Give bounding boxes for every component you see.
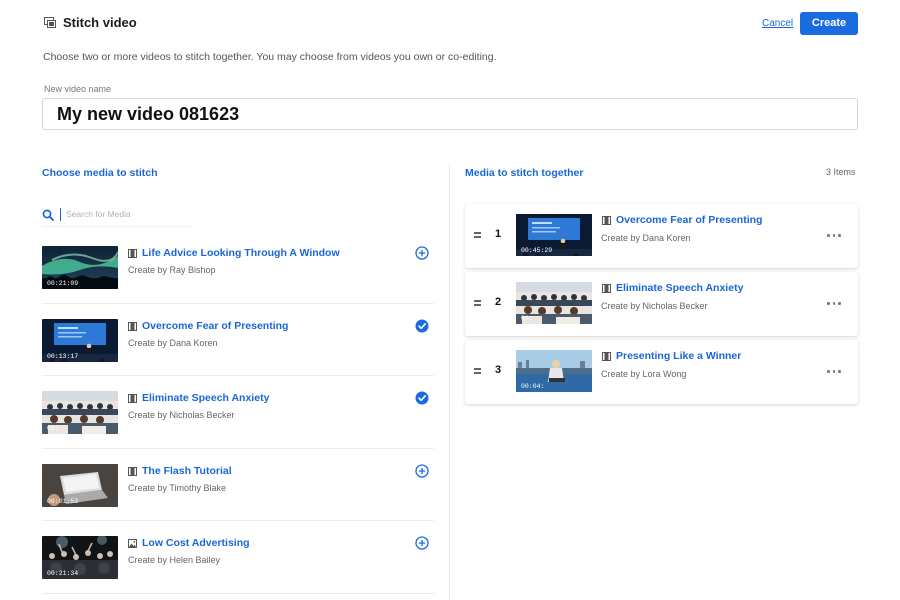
film-icon — [602, 284, 611, 293]
stitch-list: 1 00:45:29 Overcome Fear of Presenting C… — [465, 204, 858, 408]
duration-label: 01: — [521, 315, 533, 322]
film-icon — [128, 394, 137, 403]
media-search[interactable] — [42, 205, 192, 227]
order-number: 3 — [495, 364, 502, 376]
media-creator: Create by Ray Bishop — [128, 265, 216, 275]
media-creator: Create by Dana Koren — [128, 337, 218, 348]
add-circle-icon[interactable] — [415, 246, 429, 260]
media-list: 00:21:09 Life Advice Looking Through A W… — [42, 231, 434, 594]
duration-label: 00:13:17 — [47, 352, 79, 360]
media-title-link[interactable]: Presenting Like a Winner — [616, 350, 741, 362]
add-circle-icon[interactable] — [415, 536, 429, 550]
drag-handle-icon[interactable] — [474, 300, 481, 306]
stitch-list-item[interactable]: 3 00:04: Presenting Like a Winner Create… — [465, 340, 858, 404]
new-video-name-input[interactable] — [42, 98, 858, 130]
film-icon — [128, 321, 137, 331]
video-thumbnail[interactable]: 01: — [516, 282, 592, 324]
media-title-link[interactable]: Low Cost Advertising — [142, 537, 250, 549]
media-title-link[interactable]: The Flash Tutorial — [142, 465, 232, 477]
video-thumbnail[interactable]: 00:04: — [516, 350, 592, 392]
media-list-item[interactable]: 01: Eliminate Speech Anxiety Create by N… — [42, 376, 434, 449]
media-list-item[interactable]: 00:21:09 Life Advice Looking Through A W… — [42, 231, 434, 304]
panel-divider — [449, 165, 450, 600]
media-creator: Create by Dana Koren — [601, 233, 691, 243]
video-thumbnail[interactable]: 00:01:53 — [42, 463, 118, 507]
media-creator: Create by Nicholas Becker — [128, 410, 235, 420]
page-title: Stitch video — [63, 15, 137, 30]
search-caret — [60, 208, 61, 221]
drag-handle-icon[interactable] — [474, 232, 481, 238]
new-video-name-label: New video name — [44, 84, 112, 94]
selected-check-icon[interactable] — [415, 319, 429, 333]
media-creator: Create by Nicholas Becker — [601, 301, 708, 311]
video-thumbnail[interactable]: 00:21:34 — [42, 536, 118, 579]
media-creator: Create by Timothy Blake — [128, 482, 227, 493]
page-description: Choose two or more videos to stitch toge… — [43, 51, 497, 63]
header: Stitch video Cancel Create — [0, 0, 900, 46]
add-circle-icon[interactable] — [415, 463, 429, 478]
duration-label: 01: — [47, 425, 59, 432]
duration-label: 00:04: — [521, 383, 545, 390]
video-thumbnail[interactable]: 01: — [42, 391, 118, 434]
more-options-icon[interactable] — [827, 298, 841, 308]
stitch-video-icon — [44, 17, 56, 28]
film-icon — [128, 466, 137, 476]
cancel-link[interactable]: Cancel — [762, 18, 793, 29]
selected-check-icon[interactable] — [415, 391, 429, 405]
duration-label: 00:21:34 — [47, 570, 79, 577]
media-list-item[interactable]: 00:01:53 The Flash Tutorial Create by Ti… — [42, 449, 434, 521]
media-title-link[interactable]: Overcome Fear of Presenting — [142, 320, 288, 332]
media-title-link[interactable]: Eliminate Speech Anxiety — [616, 282, 743, 294]
choose-media-title: Choose media to stitch — [42, 167, 158, 179]
search-icon — [42, 209, 54, 221]
video-thumbnail[interactable]: 00:13:17 — [42, 318, 118, 362]
items-count: 3 Items — [826, 167, 856, 177]
film-icon — [602, 352, 611, 361]
media-creator: Create by Helen Bailey — [128, 555, 221, 565]
stitch-list-item[interactable]: 1 00:45:29 Overcome Fear of Presenting C… — [465, 204, 858, 268]
media-title-link[interactable]: Life Advice Looking Through A Window — [142, 247, 340, 259]
search-input[interactable] — [66, 206, 190, 222]
order-number: 2 — [495, 296, 502, 308]
more-options-icon[interactable] — [827, 230, 841, 240]
film-icon — [128, 249, 137, 258]
drag-handle-icon[interactable] — [474, 368, 481, 374]
more-options-icon[interactable] — [827, 366, 841, 376]
film-icon — [602, 216, 611, 225]
media-list-item[interactable]: 00:13:17 Overcome Fear of Presenting Cre… — [42, 304, 434, 376]
create-button[interactable]: Create — [800, 12, 858, 35]
duration-label: 00:45:29 — [521, 247, 553, 254]
media-list-item[interactable]: 00:21:34 Low Cost Advertising Create by … — [42, 521, 434, 594]
duration-label: 00:01:53 — [47, 497, 79, 505]
video-thumbnail[interactable]: 00:21:09 — [42, 246, 118, 289]
order-number: 1 — [495, 228, 502, 240]
media-title-link[interactable]: Eliminate Speech Anxiety — [142, 392, 269, 404]
video-thumbnail[interactable]: 00:45:29 — [516, 214, 592, 256]
stitch-list-title: Media to stitch together — [465, 167, 584, 179]
media-title-link[interactable]: Overcome Fear of Presenting — [616, 214, 762, 226]
media-creator: Create by Lora Wong — [601, 369, 687, 379]
duration-label: 00:21:09 — [47, 280, 79, 287]
stitch-list-item[interactable]: 2 01: Eliminate Speech Anxiety Create by… — [465, 272, 858, 336]
image-icon — [128, 539, 137, 548]
